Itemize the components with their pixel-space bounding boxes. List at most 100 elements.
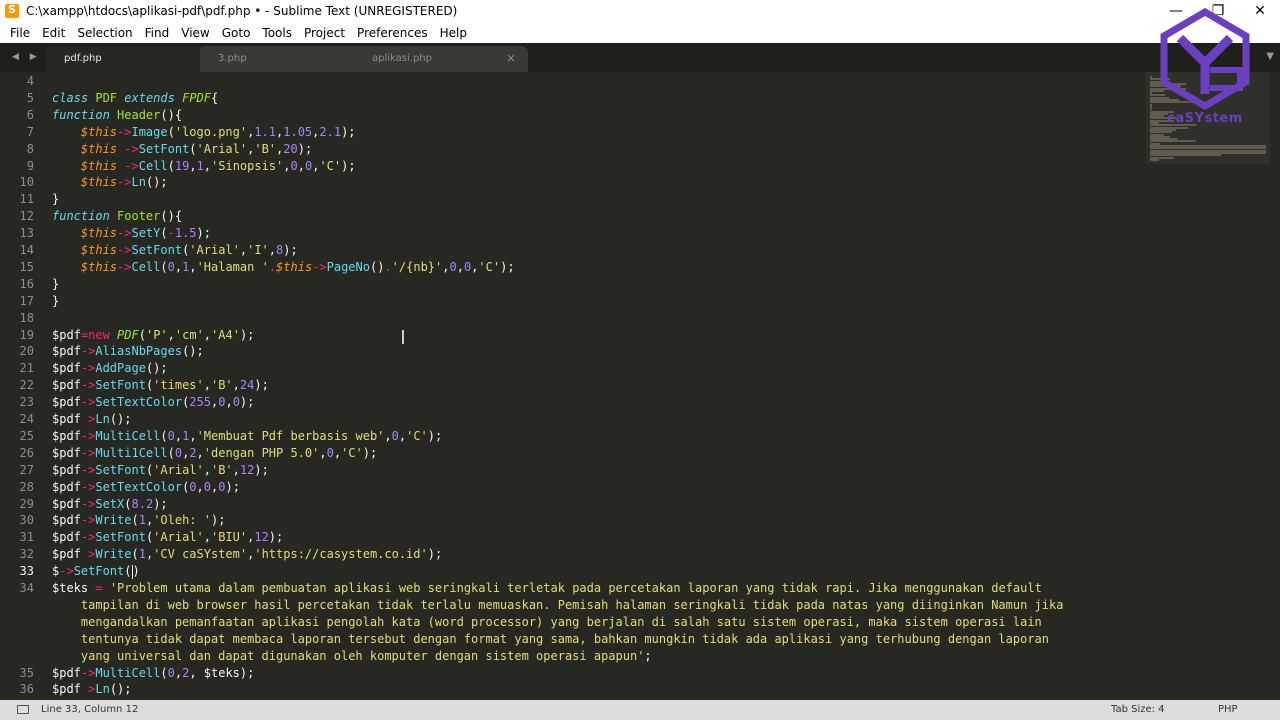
code-line[interactable]: 13 $this->SetY(-1.5); [0,225,1280,242]
code-line[interactable]: 32 $pdf >Write(1,'CV caSYstem','https://c… [0,546,1280,563]
code-text[interactable]: mengandalkan pemanfaatan aplikasi pengol… [52,614,1042,631]
code-line[interactable]: 17} [0,293,1280,310]
code-line[interactable]: 30 $pdf->Write(1,'Oleh: '); [0,512,1280,529]
code-line[interactable]: 5 class PDF extends FPDF{ [0,90,1280,107]
code-text[interactable]: $pdf >Ln(); [52,681,132,698]
code-text[interactable]: } [52,191,59,208]
code-text[interactable]: $pdf->MultiCell(0,2, $teks); [52,665,254,682]
line-number: 14 [19,243,34,257]
code-line[interactable]: 18 [0,310,1280,327]
code-text[interactable]: function Footer(){ [52,208,182,225]
code-line[interactable]: 35 $pdf->MultiCell(0,2, $teks); [0,665,1280,682]
code-text[interactable]: $this->Cell(0,1,'Halaman '.$this->PageNo… [52,259,515,276]
line-number: 12 [19,209,34,224]
code-line[interactable]: 24 $pdf >Ln(); [0,411,1280,428]
code-text[interactable]: tampilan di web browser hasil percetakan… [52,597,1064,614]
code-editor[interactable]: 4 5 class PDF extends FPDF{6 function Heade… [0,72,1280,700]
code-line[interactable]: 4 [0,73,1280,90]
menu-edit[interactable]: Edit [36,24,71,42]
line-number: 26 [19,445,34,460]
code-line[interactable]: 19 $pdf=new PDF('P','cm','A4'); [0,327,1280,344]
syntax-indicator[interactable]: PHP [1218,704,1238,715]
code-text[interactable]: $pdf >Write(1,'CV caSYstem','https://cas… [52,546,442,563]
panel-toggle-icon[interactable] [17,705,29,714]
code-line[interactable]: 6 function Header(){ [0,107,1280,124]
menu-goto[interactable]: Goto [216,24,257,42]
code-text[interactable]: $pdf=new PDF('P','cm','A4'); [52,327,254,344]
code-text[interactable]: $pdf->Write(1,'Oleh: '); [52,512,225,529]
menu-help[interactable]: Help [434,24,473,42]
casystem-logo: caSYstem [1150,7,1260,158]
menu-selection[interactable]: Selection [71,24,138,42]
line-number: 23 [19,395,34,410]
menu-project[interactable]: Project [298,24,351,42]
code-line[interactable]: 9 $this ->Cell(19,1,'Sinopsis',0,0,'C'); [0,158,1280,175]
code-line[interactable]: 31 $pdf->SetFont('Arial','BIU',12); [0,529,1280,546]
tab-close-icon[interactable]: × [506,51,516,65]
code-text[interactable]: $pdf->SetTextColor(255,0,0); [52,394,254,411]
tab-nav-arrows[interactable]: ◀ ▶ [12,52,41,62]
code-text[interactable]: $pdf->AddPage(); [52,360,168,377]
code-line[interactable]: 33 $->SetFont() [0,563,1280,580]
code-text[interactable]: $pdf->MultiCell(0,1,'Membuat Pdf berbasi… [52,428,442,445]
menu-file[interactable]: File [0,24,36,42]
code-text[interactable]: $pdf->SetFont('times','B',24); [52,377,269,394]
line-number: 31 [19,530,34,545]
tab-3-php[interactable]: 3.php × [200,46,374,72]
code-text[interactable]: $this->Ln(); [52,174,168,191]
code-line[interactable]: tentunya tidak dapat membaca laporan ter… [0,631,1280,648]
tab-size-indicator[interactable]: Tab Size: 4 [1111,704,1165,715]
menu-find[interactable]: Find [139,24,176,42]
code-text[interactable]: $pdf->SetTextColor(0,0,0); [52,479,240,496]
code-text[interactable]: $this ->Cell(19,1,'Sinopsis',0,0,'C'); [52,158,356,175]
code-text[interactable]: $pdf >Ln(); [52,411,132,428]
code-text[interactable]: $pdf->SetFont('Arial','BIU',12); [52,529,283,546]
code-line[interactable]: 20 $pdf->AliasNbPages(); [0,343,1280,360]
code-text[interactable]: $this ->SetFont('Arial','B',20); [52,141,312,158]
code-line[interactable]: 34 $teks = 'Problem utama dalam pembuatan… [0,580,1280,597]
tab-dropdown-icon[interactable]: ▼ [1266,51,1274,62]
code-line[interactable]: mengandalkan pemanfaatan aplikasi pengol… [0,614,1280,631]
code-text[interactable]: $pdf->SetX(8.2); [52,496,168,513]
code-line[interactable]: tampilan di web browser hasil percetakan… [0,597,1280,614]
code-line[interactable]: 10 $this->Ln(); [0,174,1280,191]
line-number: 28 [19,479,34,494]
code-line[interactable]: 23 $pdf->SetTextColor(255,0,0); [0,394,1280,411]
code-line[interactable]: 8 $this ->SetFont('Arial','B',20); [0,141,1280,158]
vertical-scrollbar[interactable] [1272,74,1278,694]
code-line[interactable]: 29 $pdf->SetX(8.2); [0,496,1280,513]
code-line[interactable]: yang universal dan dapat digunakan oleh … [0,648,1280,665]
code-text[interactable]: class PDF extends FPDF{ [52,90,218,107]
code-line[interactable]: 26 $pdf->Multi1Cell(0,2,'dengan PHP 5.0',… [0,445,1280,462]
code-line[interactable]: 11} [0,191,1280,208]
code-line[interactable]: 7 $this->Image('logo.png',1.1,1.05,2.1); [0,124,1280,141]
code-text[interactable]: $pdf->Multi1Cell(0,2,'dengan PHP 5.0',0,… [52,445,377,462]
code-line[interactable]: 36 $pdf >Ln(); [0,681,1280,698]
code-line[interactable]: 28 $pdf->SetTextColor(0,0,0); [0,479,1280,496]
code-text[interactable]: tentunya tidak dapat membaca laporan ter… [52,631,1049,648]
code-text[interactable]: $teks = 'Problem utama dalam pembuatan a… [52,580,1042,597]
code-line[interactable]: 22 $pdf->SetFont('times','B',24); [0,377,1280,394]
code-line[interactable]: 14 $this->SetFont('Arial','I',8); [0,242,1280,259]
tab-aplikasi-php[interactable]: aplikasi.php × [354,46,528,72]
code-line[interactable]: 15 $this->Cell(0,1,'Halaman '.$this->Pag… [0,259,1280,276]
code-text[interactable]: $pdf->AliasNbPages(); [52,343,204,360]
menu-tools[interactable]: Tools [256,24,298,42]
code-line[interactable]: 21 $pdf->AddPage(); [0,360,1280,377]
menu-view[interactable]: View [175,24,215,42]
code-text[interactable]: $pdf->SetFont('Arial','B',12); [52,462,269,479]
code-text[interactable]: $this->Image('logo.png',1.1,1.05,2.1); [52,124,356,141]
code-line[interactable]: 16} [0,276,1280,293]
code-line[interactable]: 25 $pdf->MultiCell(0,1,'Membuat Pdf berba… [0,428,1280,445]
code-line[interactable]: 12 function Footer(){ [0,208,1280,225]
code-text[interactable]: $->SetFont() [52,563,140,580]
code-text[interactable]: } [52,293,59,310]
code-text[interactable]: } [52,276,59,293]
code-text[interactable]: $this->SetFont('Arial','I',8); [52,242,298,259]
tab-pdf-php[interactable]: pdf.php ● [46,46,220,72]
code-text[interactable]: yang universal dan dapat digunakan oleh … [52,648,652,665]
code-text[interactable]: $this->SetY(-1.5); [52,225,211,242]
code-line[interactable]: 27 $pdf->SetFont('Arial','B',12); [0,462,1280,479]
menu-preferences[interactable]: Preferences [351,24,434,42]
code-text[interactable]: function Header(){ [52,107,182,124]
